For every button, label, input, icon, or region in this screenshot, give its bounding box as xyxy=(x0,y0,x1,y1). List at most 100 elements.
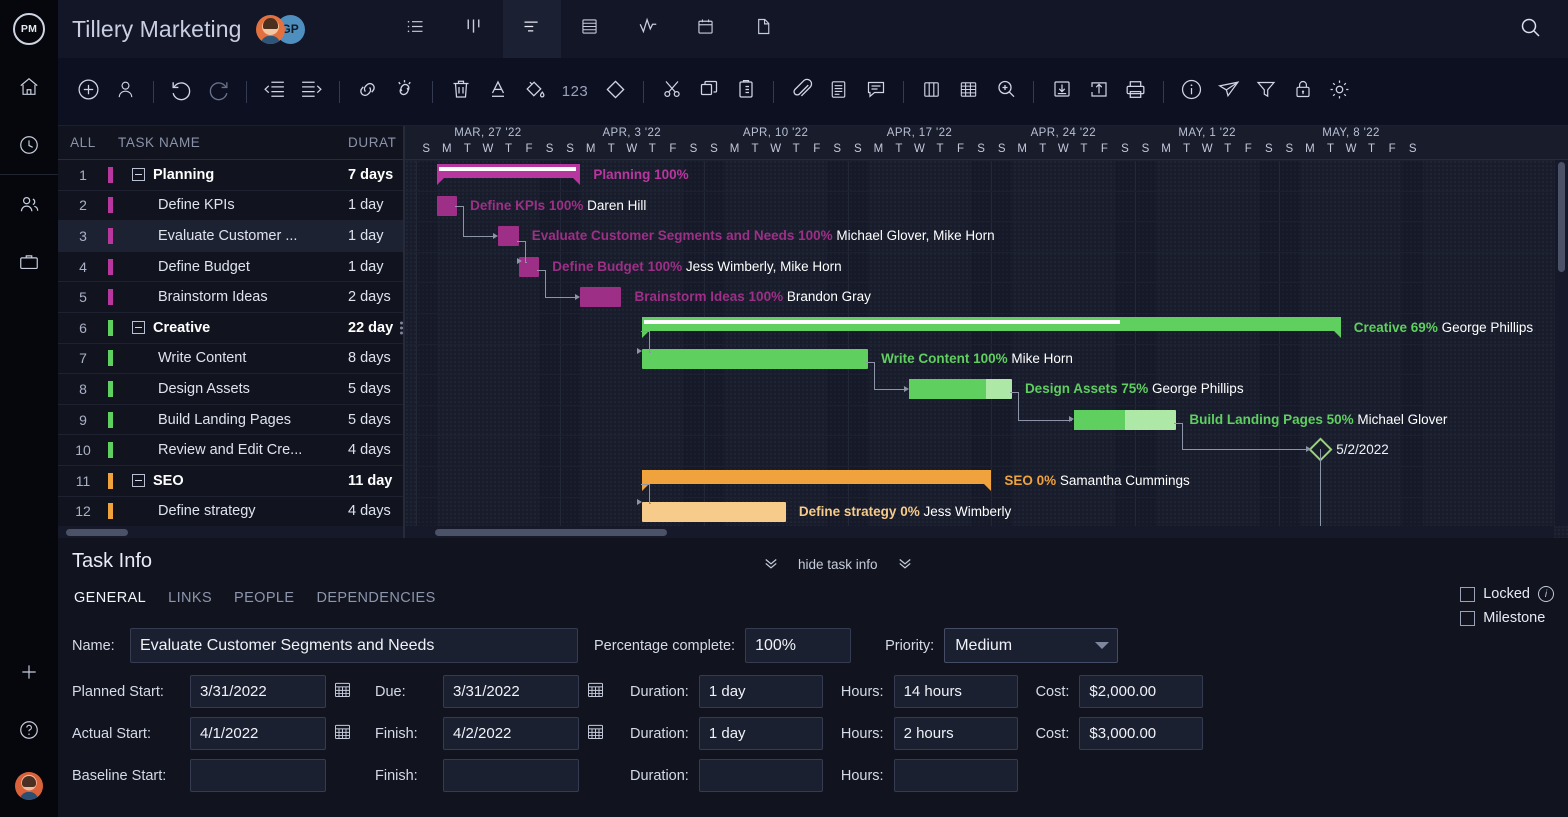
duration-field[interactable]: 1 day xyxy=(699,675,823,708)
duration-cell[interactable]: 2 days xyxy=(341,289,403,305)
table-row[interactable]: 7Write Content8 days xyxy=(58,344,403,375)
gantt-hscrollbar[interactable] xyxy=(405,526,1554,538)
duration-field[interactable] xyxy=(699,759,823,792)
app-logo[interactable]: PM xyxy=(0,0,58,58)
gantt-task-bar[interactable] xyxy=(909,379,1012,399)
task-name-cell[interactable]: Define Budget xyxy=(108,259,341,275)
end-date-field[interactable] xyxy=(443,759,579,792)
hours-field[interactable]: 14 hours xyxy=(894,675,1018,708)
undo-button[interactable] xyxy=(163,58,200,126)
grid-button[interactable] xyxy=(950,58,987,126)
tab-calendar-view[interactable] xyxy=(677,0,735,58)
table-row[interactable]: 10Review and Edit Cre...4 days xyxy=(58,435,403,466)
gantt-task-bar[interactable] xyxy=(498,226,519,246)
comment-button[interactable] xyxy=(857,58,894,126)
info-icon[interactable]: i xyxy=(1538,586,1554,602)
number-format-button[interactable]: 123 xyxy=(553,58,597,126)
gantt-task-bar[interactable] xyxy=(642,502,786,522)
link-tasks-button[interactable] xyxy=(349,58,386,126)
name-field[interactable]: Evaluate Customer Segments and Needs xyxy=(130,628,578,663)
hide-task-info-toggle[interactable]: hide task info xyxy=(762,556,914,573)
duration-cell[interactable]: 5 days xyxy=(341,381,403,397)
copy-button[interactable] xyxy=(690,58,727,126)
tab-people[interactable]: PEOPLE xyxy=(234,590,294,608)
task-name-cell[interactable]: Creative xyxy=(108,320,341,336)
filter-button[interactable] xyxy=(1247,58,1284,126)
duration-cell[interactable]: 1 day xyxy=(341,228,403,244)
lock-button[interactable] xyxy=(1284,58,1321,126)
export-button[interactable] xyxy=(1080,58,1117,126)
task-name-cell[interactable]: Planning xyxy=(108,167,341,183)
settings-button[interactable] xyxy=(1321,58,1358,126)
hours-field[interactable] xyxy=(894,759,1018,792)
column-header-duration[interactable]: DURAT xyxy=(341,135,403,150)
cut-button[interactable] xyxy=(653,58,690,126)
add-resource-button[interactable] xyxy=(107,58,144,126)
percentage-complete-field[interactable]: 100% xyxy=(745,628,851,663)
table-row[interactable]: 4Define Budget1 day xyxy=(58,252,403,283)
task-name-cell[interactable]: Review and Edit Cre... xyxy=(108,442,341,458)
cost-field[interactable]: $3,000.00 xyxy=(1079,717,1203,750)
rail-item-help[interactable] xyxy=(0,701,58,759)
end-date-field[interactable]: 4/2/2022 xyxy=(443,717,579,750)
zoom-button[interactable] xyxy=(987,58,1024,126)
duration-field[interactable]: 1 day xyxy=(699,717,823,750)
duration-cell[interactable]: 1 day xyxy=(341,259,403,275)
delete-button[interactable] xyxy=(442,58,479,126)
table-row[interactable]: 6Creative22 day xyxy=(58,313,403,344)
duration-cell[interactable]: 5 days xyxy=(341,412,403,428)
calendar-icon[interactable] xyxy=(585,721,606,747)
tab-general[interactable]: GENERAL xyxy=(74,590,146,608)
print-button[interactable] xyxy=(1117,58,1154,126)
rail-item-home[interactable] xyxy=(0,58,58,116)
table-row[interactable]: 8Design Assets5 days xyxy=(58,374,403,405)
hours-field[interactable]: 2 hours xyxy=(894,717,1018,750)
attach-button[interactable] xyxy=(783,58,820,126)
search-button[interactable] xyxy=(1504,0,1556,58)
import-button[interactable] xyxy=(1043,58,1080,126)
milestone-checkbox[interactable] xyxy=(1460,611,1475,626)
collapse-icon[interactable] xyxy=(132,168,145,181)
milestone-button[interactable] xyxy=(597,58,634,126)
fill-color-button[interactable] xyxy=(516,58,553,126)
table-row[interactable]: 1Planning7 days xyxy=(58,160,403,191)
task-name-cell[interactable]: Brainstorm Ideas xyxy=(108,289,341,305)
task-grid-hscrollbar[interactable] xyxy=(58,526,403,538)
table-row[interactable]: 11SEO11 day xyxy=(58,466,403,497)
add-task-button[interactable] xyxy=(70,58,107,126)
paste-button[interactable] xyxy=(727,58,764,126)
rail-item-timesheets[interactable] xyxy=(0,116,58,174)
table-row[interactable]: 2Define KPIs1 day xyxy=(58,191,403,222)
send-button[interactable] xyxy=(1210,58,1247,126)
task-name-cell[interactable]: SEO xyxy=(108,473,341,489)
table-row[interactable]: 3Evaluate Customer ...1 day xyxy=(58,221,403,252)
gantt-task-bar[interactable] xyxy=(642,349,868,369)
tab-workload-view[interactable] xyxy=(619,0,677,58)
redo-button[interactable] xyxy=(200,58,237,126)
start-date-field[interactable] xyxy=(190,759,326,792)
duration-cell[interactable]: 4 days xyxy=(341,442,403,458)
info-button[interactable] xyxy=(1173,58,1210,126)
tab-sheet-view[interactable] xyxy=(561,0,619,58)
indent-button[interactable] xyxy=(293,58,330,126)
locked-checkbox[interactable] xyxy=(1460,587,1475,602)
end-date-field[interactable]: 3/31/2022 xyxy=(443,675,579,708)
duration-cell[interactable]: 11 day xyxy=(341,473,403,489)
duration-cell[interactable]: 8 days xyxy=(341,350,403,366)
tab-links[interactable]: LINKS xyxy=(168,590,212,608)
start-date-field[interactable]: 4/1/2022 xyxy=(190,717,326,750)
notes-button[interactable] xyxy=(820,58,857,126)
table-row[interactable]: 12Define strategy4 days xyxy=(58,497,403,528)
outdent-button[interactable] xyxy=(256,58,293,126)
task-name-cell[interactable]: Define KPIs xyxy=(108,197,341,213)
tab-pages-view[interactable] xyxy=(735,0,793,58)
gantt-task-bar[interactable] xyxy=(1074,410,1177,430)
tab-list-view[interactable] xyxy=(387,0,445,58)
cost-field[interactable]: $2,000.00 xyxy=(1079,675,1203,708)
gantt-task-bar[interactable] xyxy=(437,196,458,216)
rail-item-add[interactable] xyxy=(0,643,58,701)
unlink-tasks-button[interactable] xyxy=(386,58,423,126)
gantt-canvas[interactable]: Planning 100%Define KPIs 100% Daren Hill… xyxy=(405,160,1568,538)
collapse-icon[interactable] xyxy=(132,321,145,334)
gantt-vscrollbar[interactable] xyxy=(1555,160,1568,526)
